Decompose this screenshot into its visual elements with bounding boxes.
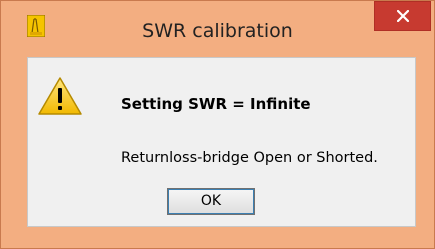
dialog-window: SWR calibration Setting SWR = Infinite R… bbox=[0, 0, 435, 249]
title-bar[interactable]: SWR calibration bbox=[1, 1, 434, 57]
dialog-heading: Setting SWR = Infinite bbox=[121, 95, 311, 113]
ok-button[interactable]: OK bbox=[167, 188, 255, 215]
dialog-message: Returnloss-bridge Open or Shorted. bbox=[121, 150, 378, 166]
window-title: SWR calibration bbox=[142, 20, 293, 42]
close-button[interactable] bbox=[374, 1, 431, 31]
dialog-content: Setting SWR = Infinite Returnloss-bridge… bbox=[27, 57, 416, 227]
close-icon bbox=[396, 10, 409, 22]
warning-icon bbox=[38, 77, 82, 115]
